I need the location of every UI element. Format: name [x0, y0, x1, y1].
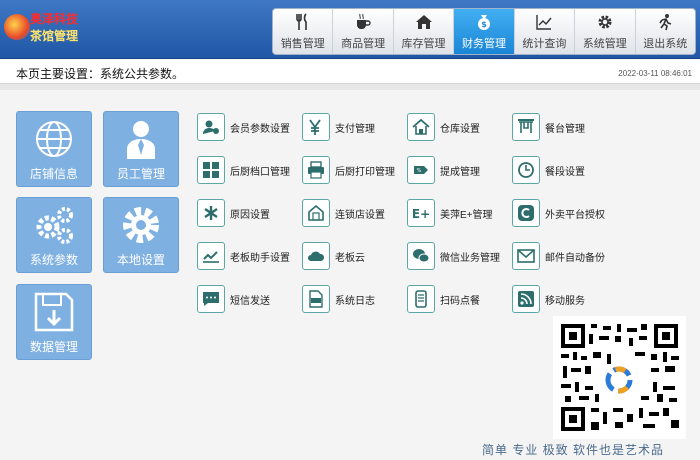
item-commission[interactable]: % 提成管理: [407, 155, 480, 185]
nav-system[interactable]: 系统管理: [575, 9, 636, 54]
boss-assistant-icon: [197, 242, 225, 270]
divider: [0, 84, 700, 90]
current-datetime: 2022-03-11 08:46:01: [618, 69, 692, 78]
floppy-disk-icon: [34, 292, 74, 331]
wechat-icon: [407, 242, 435, 270]
grid-icon: [197, 156, 225, 184]
asterisk-icon: [197, 199, 225, 227]
item-mail-backup[interactable]: 邮件自动备份: [512, 241, 605, 271]
exit-runner-icon: [656, 13, 674, 33]
item-dining-table[interactable]: 餐台管理: [512, 112, 585, 142]
item-mobile-service[interactable]: 移动服务: [512, 284, 585, 314]
item-wechat-business[interactable]: 微信业务管理: [407, 241, 500, 271]
rss-icon: [512, 285, 540, 313]
nav-statistics[interactable]: 统计查询: [515, 9, 576, 54]
commission-icon: %: [407, 156, 435, 184]
log-file-icon: [302, 285, 330, 313]
item-meiping-eplus[interactable]: E+ 美萍E+管理: [407, 198, 493, 228]
nav-sales[interactable]: 销售管理: [273, 9, 334, 54]
item-reason-settings[interactable]: 原因设置: [197, 198, 270, 228]
utensils-icon: [295, 12, 311, 33]
item-kitchen-station[interactable]: 后厨档口管理: [197, 155, 290, 185]
employee-icon: [127, 120, 155, 159]
tile-data-management[interactable]: 数据管理: [16, 284, 92, 360]
globe-icon: [36, 120, 72, 157]
item-boss-cloud[interactable]: 老板云: [302, 241, 365, 271]
item-scan-order[interactable]: 扫码点餐: [407, 284, 480, 314]
gear-icon: [123, 206, 159, 243]
qr-code-image: [559, 322, 680, 433]
nav-products[interactable]: 商品管理: [333, 9, 394, 54]
item-sms-send[interactable]: 短信发送: [197, 284, 270, 314]
tile-local-settings[interactable]: 本地设置: [103, 197, 179, 273]
warehouse-icon: [407, 113, 435, 141]
item-warehouse[interactable]: 仓库设置: [407, 112, 480, 142]
member-settings-icon: [197, 113, 225, 141]
item-meal-period[interactable]: 餐段设置: [512, 155, 585, 185]
yen-payment-icon: [302, 113, 330, 141]
money-bag-icon: $: [475, 13, 493, 33]
item-member-settings[interactable]: 会员参数设置: [197, 112, 290, 142]
nav-finance[interactable]: $ 财务管理: [454, 9, 515, 54]
mail-icon: [512, 242, 540, 270]
nav-exit[interactable]: 退出系统: [636, 9, 695, 54]
nav-inventory[interactable]: 库存管理: [394, 9, 455, 54]
sms-icon: [197, 285, 225, 313]
page-info-bar: 本页主要设置：系统公共参数。 2022-03-11 08:46:01: [0, 60, 700, 84]
footer-slogan: 简单 专业 极致 软件也是艺术品: [482, 443, 665, 457]
logo-app-name: 茶馆管理: [30, 29, 79, 43]
gear-icon: [596, 13, 614, 33]
line-chart-icon: [535, 13, 553, 33]
dining-table-icon: [512, 113, 540, 141]
main-nav: 销售管理 商品管理 库存管理 $ 财务管理 统计查询 系统管理 退出系统: [272, 8, 696, 55]
chain-store-icon: [302, 199, 330, 227]
home-icon: [415, 13, 433, 33]
tile-employee-management[interactable]: 员工管理: [103, 111, 179, 187]
coffee-cup-icon: [354, 13, 372, 33]
delivery-platform-icon: [512, 199, 540, 227]
item-system-log[interactable]: 系统日志: [302, 284, 375, 314]
qr-code: [553, 316, 686, 439]
top-header: 奥泽科技 茶馆管理 销售管理 商品管理 库存管理 $ 财务管理 统计查询 系统管…: [0, 0, 700, 59]
item-boss-assistant[interactable]: 老板助手设置: [197, 241, 290, 271]
tile-store-info[interactable]: 店铺信息: [16, 111, 92, 187]
e-plus-icon: E+: [407, 199, 435, 227]
logo-company-text: 奥泽科技: [30, 12, 79, 26]
logo-mark-icon: [4, 14, 30, 40]
page-description: 本页主要设置：系统公共参数。: [16, 67, 185, 81]
item-payment[interactable]: 支付管理: [302, 112, 375, 142]
tile-system-params[interactable]: 系统参数: [16, 197, 92, 273]
item-kitchen-print[interactable]: 后厨打印管理: [302, 155, 395, 185]
clock-icon: [512, 156, 540, 184]
gears-icon: [36, 206, 73, 244]
cloud-icon: [302, 242, 330, 270]
svg-text:$: $: [481, 20, 487, 29]
item-chain-store[interactable]: 连锁店设置: [302, 198, 385, 228]
phone-scan-icon: [407, 285, 435, 313]
item-delivery-auth[interactable]: 外卖平台授权: [512, 198, 605, 228]
svg-text:E+: E+: [412, 207, 430, 221]
svg-text:%: %: [417, 168, 422, 174]
printer-icon: [302, 156, 330, 184]
app-logo: 奥泽科技 茶馆管理: [4, 8, 94, 50]
